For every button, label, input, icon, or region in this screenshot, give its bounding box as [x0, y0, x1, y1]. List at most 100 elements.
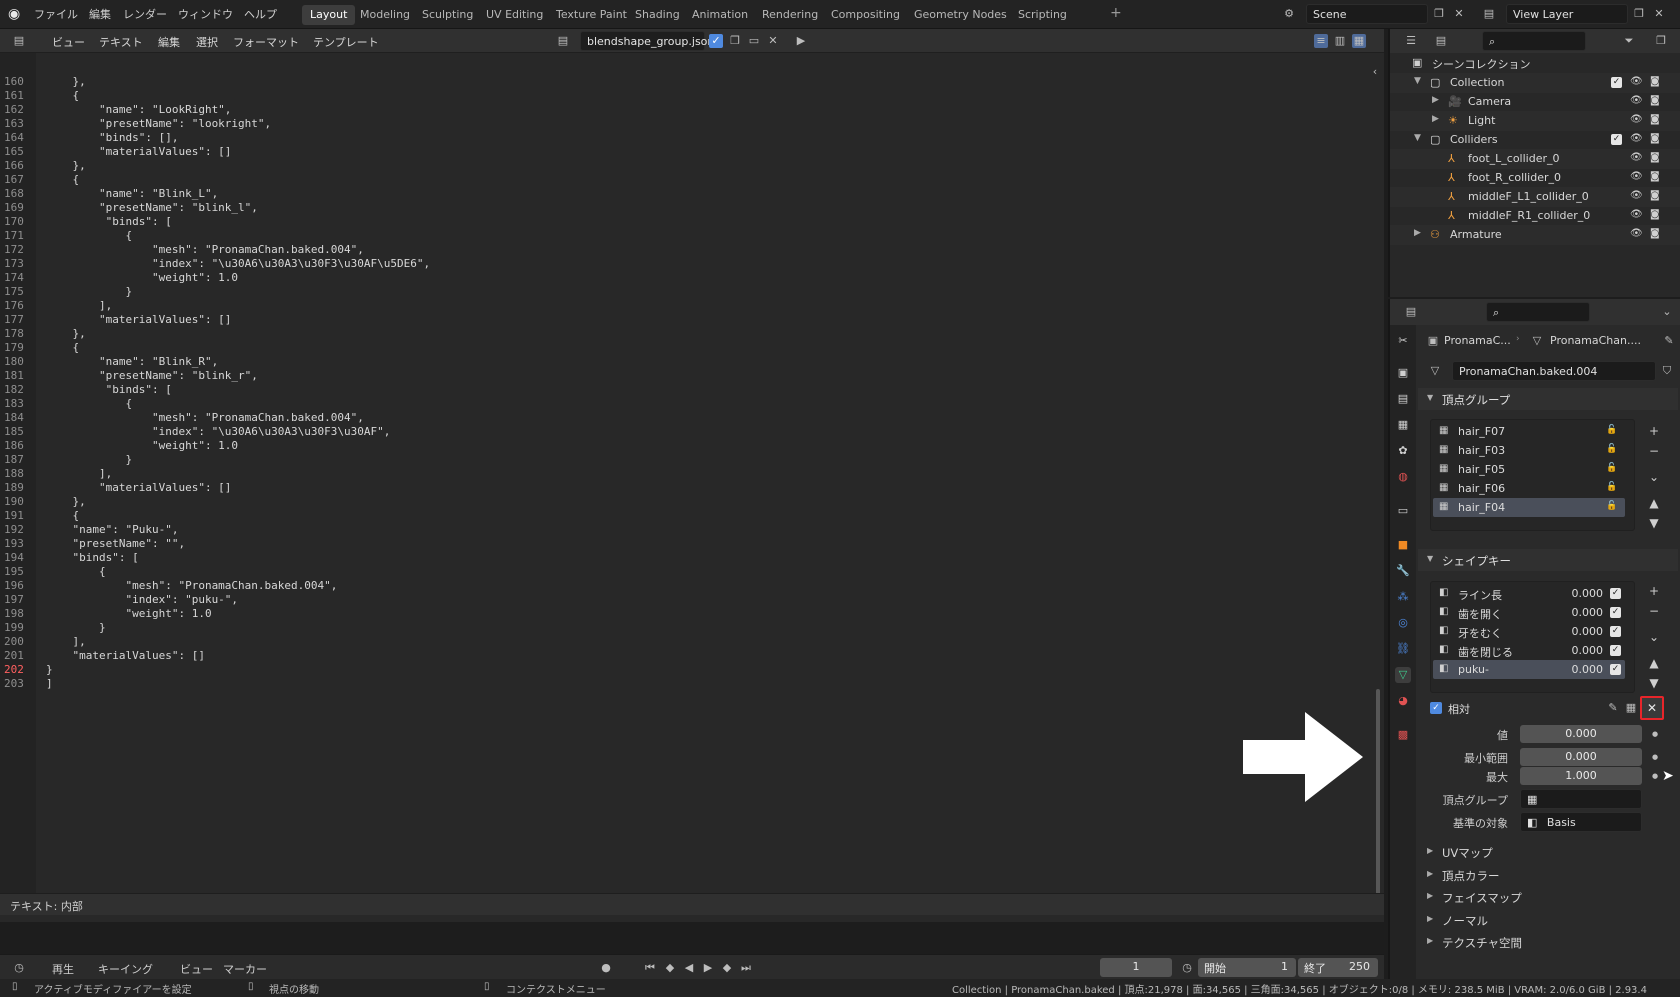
timer-icon[interactable]: ◷: [1180, 961, 1194, 975]
fake-user-shield-icon[interactable]: ✓: [709, 34, 723, 48]
expand-down-icon[interactable]: ▼: [1414, 133, 1421, 143]
outliner-row[interactable]: ▶ ☀ Light 👁 ◙: [1390, 111, 1680, 131]
tab-texture-paint[interactable]: Texture Paint: [548, 5, 635, 25]
new-text-icon[interactable]: ❐: [728, 34, 742, 48]
syntax-highlight-toggle-icon[interactable]: ▦: [1352, 34, 1366, 48]
vertex-group-item[interactable]: ▦ hair_F03 🔓: [1433, 441, 1625, 460]
mesh-data-browse-icon[interactable]: ▽: [1428, 364, 1442, 378]
modifier-tab-icon[interactable]: 🔧: [1395, 563, 1411, 579]
code-line[interactable]: "weight": 1.0: [46, 439, 238, 452]
move-vertex-group-down-button[interactable]: ▼: [1646, 515, 1662, 531]
code-line[interactable]: {: [46, 89, 79, 102]
render-camera-icon[interactable]: ◙: [1650, 190, 1660, 201]
vertex-group-item[interactable]: ▦ hair_F05 🔓: [1433, 460, 1625, 479]
code-line[interactable]: "materialValues": []: [46, 145, 231, 158]
range-max-field[interactable]: 1.000: [1520, 767, 1642, 785]
jump-next-keyframe-icon[interactable]: ◆: [720, 961, 734, 975]
outliner-editor-type-icon[interactable]: ☰: [1404, 34, 1418, 48]
vertex-groups-panel-header[interactable]: ▼ 頂点グループ: [1418, 388, 1678, 410]
expand-down-icon[interactable]: ▼: [1414, 76, 1421, 86]
vertex-group-list[interactable]: ▦ hair_F07 🔓 ▦ hair_F03 🔓 ▦ hair_F05 🔓 ▦ hair_F06 🔓…: [1430, 419, 1635, 531]
code-line[interactable]: }: [46, 285, 132, 298]
range-min-field[interactable]: 0.000: [1520, 748, 1642, 766]
expand-right-icon[interactable]: ▶: [1432, 114, 1439, 124]
output-tab-icon[interactable]: ▤: [1395, 391, 1411, 407]
frame-end-field[interactable]: 終了 250: [1298, 958, 1378, 977]
new-view-layer-icon[interactable]: ❐: [1632, 7, 1646, 21]
code-line[interactable]: }: [46, 663, 53, 676]
sidebar-toggle-icon[interactable]: ‹: [1368, 65, 1382, 79]
visibility-eye-icon[interactable]: 👁: [1630, 133, 1643, 144]
code-line[interactable]: "materialValues": []: [46, 649, 204, 662]
code-line[interactable]: "name": "Blink_R",: [46, 355, 218, 368]
render-camera-icon[interactable]: ◙: [1650, 76, 1660, 87]
material-tab-icon[interactable]: ◕: [1395, 693, 1411, 709]
code-line[interactable]: "name": "LookRight",: [46, 103, 231, 116]
object-tab-icon[interactable]: ■: [1395, 537, 1411, 553]
add-shape-key-button[interactable]: +: [1646, 583, 1662, 599]
delete-scene-icon[interactable]: ✕: [1452, 7, 1466, 21]
tab-geometry-nodes[interactable]: Geometry Nodes: [906, 5, 1015, 25]
shape-key-value[interactable]: 0.000: [1563, 644, 1604, 657]
shape-key-item[interactable]: ◧ ライン長 0.000 ✓: [1433, 584, 1625, 603]
collapsed-panel[interactable]: ▶ UVマップ: [1418, 841, 1678, 863]
remove-vertex-group-button[interactable]: −: [1646, 443, 1662, 459]
scene-collection-row[interactable]: ▣ シーンコレクション: [1390, 53, 1680, 73]
outliner-search-input[interactable]: ⌕: [1482, 31, 1586, 51]
code-line[interactable]: "presetName": "lookright",: [46, 117, 271, 130]
lock-icon[interactable]: 🔓: [1606, 444, 1617, 454]
te-menu-select[interactable]: 選択: [196, 34, 218, 50]
texture-tab-icon[interactable]: ▩: [1395, 727, 1411, 743]
timeline-editor-type-icon[interactable]: ◷: [12, 961, 26, 975]
tab-modeling[interactable]: Modeling: [352, 5, 418, 25]
lock-icon[interactable]: 🔓: [1606, 425, 1617, 435]
shape-key-item[interactable]: ◧ 歯を開く 0.000 ✓: [1433, 603, 1625, 622]
shape-key-mute-checkbox[interactable]: ✓: [1610, 607, 1621, 618]
add-workspace-icon[interactable]: +: [1110, 5, 1122, 21]
clear-shape-keys-button[interactable]: ✕: [1640, 696, 1664, 720]
outliner-row[interactable]: ⅄ foot_R_collider_0 👁 ◙: [1390, 168, 1680, 188]
code-line[interactable]: ],: [46, 635, 85, 648]
tab-uv-editing[interactable]: UV Editing: [478, 5, 551, 25]
te-menu-edit[interactable]: 編集: [158, 34, 180, 50]
play-icon[interactable]: ▶: [701, 961, 715, 975]
render-camera-icon[interactable]: ◙: [1650, 209, 1660, 220]
new-collection-icon[interactable]: ❐: [1654, 34, 1668, 48]
shape-key-list[interactable]: ◧ ライン長 0.000 ✓ ◧ 歯を開く 0.000 ✓ ◧ 牙をむく 0.000 ✓ ◧ 歯を閉じる 0…: [1430, 581, 1635, 693]
editor-type-icon[interactable]: ▤: [12, 34, 26, 48]
outliner-row[interactable]: ▼ ▢ Colliders ✓ 👁 ◙: [1390, 130, 1680, 150]
expand-right-icon[interactable]: ▶: [1414, 228, 1421, 238]
code-line[interactable]: "presetName": "",: [46, 537, 185, 550]
new-scene-icon[interactable]: ❐: [1432, 7, 1446, 21]
pin-icon[interactable]: ✎: [1662, 334, 1676, 348]
physics-tab-icon[interactable]: ◎: [1395, 615, 1411, 631]
scene-browse-icon[interactable]: ⚙: [1282, 7, 1296, 21]
code-line[interactable]: },: [46, 75, 85, 88]
code-line[interactable]: "binds": [],: [46, 131, 178, 144]
lock-icon[interactable]: 🔓: [1606, 501, 1617, 511]
menu-file[interactable]: ファイル: [34, 6, 78, 22]
properties-search-input[interactable]: ⌕: [1486, 302, 1590, 322]
vertex-group-specials-button[interactable]: ⌄: [1646, 469, 1662, 485]
shape-key-value[interactable]: 0.000: [1563, 587, 1604, 600]
scene-tab-icon[interactable]: ✿: [1395, 443, 1411, 459]
add-vertex-group-button[interactable]: +: [1646, 423, 1662, 439]
te-menu-view[interactable]: ビュー: [52, 34, 85, 50]
shape-key-item[interactable]: ◧ 牙をむく 0.000 ✓: [1433, 622, 1625, 641]
code-line[interactable]: },: [46, 327, 85, 340]
shape-key-mute-checkbox[interactable]: ✓: [1610, 588, 1621, 599]
outliner-row[interactable]: ▶ ⚇ Armature 👁 ◙: [1390, 225, 1680, 245]
tab-rendering[interactable]: Rendering: [754, 5, 826, 25]
record-icon[interactable]: ●: [599, 961, 613, 975]
outliner-row[interactable]: ▼ ▢ Collection ✓ 👁 ◙: [1390, 73, 1680, 93]
properties-editor-type-icon[interactable]: ▤: [1404, 305, 1418, 319]
visibility-eye-icon[interactable]: 👁: [1630, 209, 1643, 220]
te-menu-templates[interactable]: テンプレート: [313, 34, 379, 50]
jump-prev-keyframe-icon[interactable]: ◆: [663, 961, 677, 975]
move-vertex-group-up-button[interactable]: ▲: [1646, 495, 1662, 511]
code-line[interactable]: {: [46, 173, 79, 186]
exclude-checkbox[interactable]: ✓: [1611, 134, 1622, 145]
shape-key-edit-mode-icon[interactable]: ▦: [1624, 701, 1638, 715]
visibility-eye-icon[interactable]: 👁: [1630, 114, 1643, 125]
timeline-marker-menu[interactable]: マーカー: [223, 961, 267, 977]
